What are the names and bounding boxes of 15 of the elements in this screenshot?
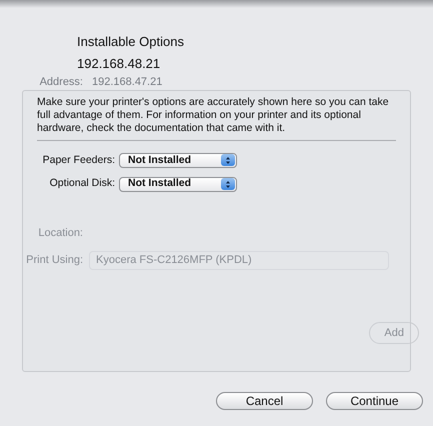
dialog-button[interactable]: Continue [326,392,423,410]
option-label: Optional Disk: [48,176,115,192]
location-label: Location: [37,226,83,240]
address-field[interactable]: 192.168.47.21 [89,74,425,90]
sheet-title: Installable Options [76,33,185,51]
stepper-icon [221,154,235,166]
dialog-button[interactable]: Cancel [216,392,313,410]
option-label: Paper Feeders: [42,152,115,168]
option-popup[interactable]: Not Installed [119,176,237,192]
stepper-icon [221,178,235,190]
description-text: Make sure your printer's options are accurately shown here so you can take full advantage of them. For information on your printer and its optional hardware, check the documentation that came with it. [37,96,390,134]
option-popup[interactable]: Not Installed [119,152,237,168]
address-label: Address: [38,75,83,90]
print-using-label: Print Using: [25,253,83,268]
printer-address: 192.168.48.21 [77,56,160,72]
